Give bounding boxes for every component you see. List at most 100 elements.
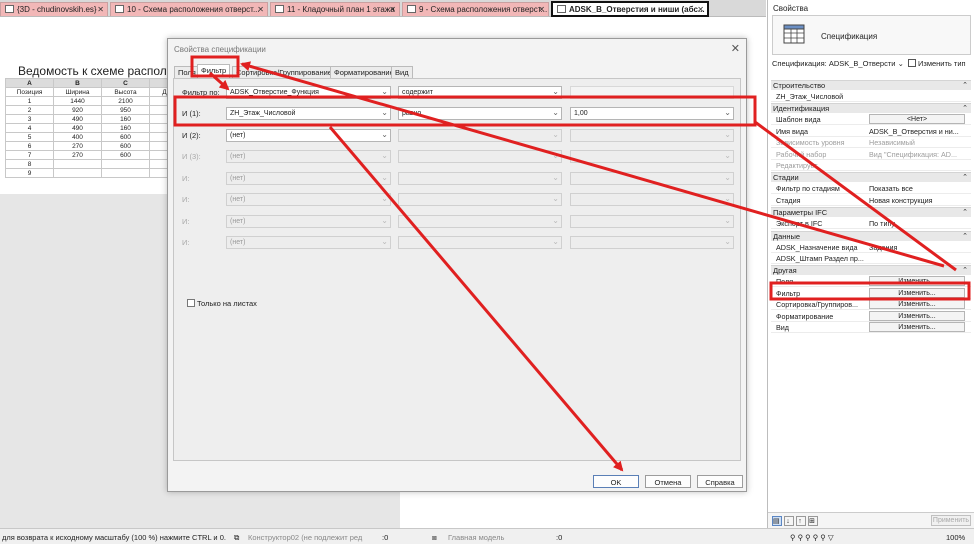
- chevron-down-icon[interactable]: ⌄: [724, 130, 731, 139]
- filter-field-dropdown[interactable]: (нет) ⌄: [226, 150, 391, 163]
- chevron-down-icon[interactable]: ⌄: [724, 151, 731, 160]
- table-cell[interactable]: [53, 159, 102, 169]
- property-group-header[interactable]: Параметры IFC ⌃: [771, 207, 971, 218]
- filter-field-dropdown[interactable]: ZH_Этаж_Числовой ⌄: [226, 107, 391, 120]
- chevron-down-icon[interactable]: ⌄: [552, 216, 559, 225]
- property-group-header[interactable]: Данные ⌃: [771, 230, 971, 241]
- ok-button[interactable]: OK: [593, 475, 639, 488]
- table-cell[interactable]: 160: [101, 123, 150, 133]
- property-row[interactable]: ZH_Этаж_Числовой: [771, 91, 971, 102]
- filter-properties-icon[interactable]: ⊞: [808, 516, 818, 526]
- filter-operator-dropdown[interactable]: ⌄: [398, 129, 562, 142]
- property-row[interactable]: ADSK_Назначение вида Задания: [771, 242, 971, 253]
- help-button[interactable]: Справка: [697, 475, 743, 488]
- property-value[interactable]: Показать все: [869, 184, 967, 193]
- property-group-header[interactable]: Строительство ⌃: [771, 80, 971, 90]
- filter-field-dropdown[interactable]: (нет) ⌄: [226, 172, 391, 185]
- checkbox-icon[interactable]: [187, 299, 195, 307]
- tab-sorting[interactable]: Сортировка/Группирование: [232, 66, 336, 78]
- filter-operator-dropdown[interactable]: ⌄: [398, 193, 562, 206]
- only-on-sheets-checkbox[interactable]: Только на листах: [187, 299, 257, 308]
- table-cell[interactable]: 490: [53, 123, 102, 133]
- table-cell[interactable]: 160: [101, 114, 150, 124]
- chevron-down-icon[interactable]: ⌄: [381, 173, 388, 182]
- chevron-down-icon[interactable]: ⌄: [724, 194, 731, 203]
- filter-value-dropdown[interactable]: ⌄: [570, 215, 734, 228]
- property-row[interactable]: Стадия Новая конструкция: [771, 195, 971, 206]
- chevron-down-icon[interactable]: ⌄: [724, 237, 731, 246]
- table-cell[interactable]: 5: [5, 132, 54, 142]
- view-tab-2[interactable]: 10 - Схема расположения отверст... ✕: [110, 2, 268, 16]
- chevron-down-icon[interactable]: ⌄: [381, 237, 388, 246]
- type-preview[interactable]: Спецификация: [772, 15, 971, 55]
- tab-filter[interactable]: Фильтр: [197, 64, 231, 78]
- property-row[interactable]: Вид Изменить...: [771, 322, 971, 333]
- workset-icon[interactable]: ⧉: [234, 533, 239, 543]
- design-option[interactable]: Главная модель: [448, 533, 504, 542]
- chevron-down-icon[interactable]: ⌄: [552, 194, 559, 203]
- table-cell[interactable]: 600: [101, 141, 150, 151]
- property-row[interactable]: Шаблон вида <Нет>: [771, 114, 971, 126]
- chevron-down-icon[interactable]: ⌄: [552, 108, 559, 117]
- chevron-down-icon[interactable]: ⌄: [552, 151, 559, 160]
- edit-property-button[interactable]: Изменить...: [869, 287, 965, 298]
- table-cell[interactable]: [53, 168, 102, 178]
- chevron-down-icon[interactable]: ⌄: [552, 87, 559, 96]
- close-icon[interactable]: ✕: [97, 5, 104, 14]
- collapse-icon[interactable]: ⌃: [962, 173, 968, 181]
- property-row[interactable]: Зависимость уровня Независимый: [771, 137, 971, 149]
- filter-value-dropdown[interactable]: ⌄: [570, 236, 734, 249]
- property-value[interactable]: Задания: [869, 243, 967, 252]
- filter-value-dropdown[interactable]: ⌄: [570, 150, 734, 163]
- property-row[interactable]: Рабочий набор Вид "Спецификация: AD...: [771, 149, 971, 160]
- filter-value-dropdown[interactable]: ⌄: [570, 129, 734, 142]
- table-cell[interactable]: 8: [5, 159, 54, 169]
- collapse-icon[interactable]: ⌃: [962, 208, 968, 216]
- view-tab-3[interactable]: 11 - Кладочный план 1 этажа ✕: [270, 2, 400, 16]
- close-icon[interactable]: ✕: [697, 5, 704, 14]
- edit-property-button[interactable]: Изменить...: [869, 299, 965, 310]
- chevron-down-icon[interactable]: ⌄: [724, 216, 731, 225]
- table-cell[interactable]: 4: [5, 123, 54, 133]
- property-row[interactable]: Имя вида ADSK_В_Отверстия и ни...: [771, 126, 971, 137]
- filter-field-dropdown[interactable]: (нет) ⌄: [226, 236, 391, 249]
- table-cell[interactable]: 9: [5, 168, 54, 178]
- filter-field-dropdown[interactable]: ADSK_Отверстие_Функция ⌄: [226, 86, 391, 99]
- filter-operator-dropdown[interactable]: равно ⌄: [398, 107, 562, 120]
- table-cell[interactable]: 400: [53, 132, 102, 142]
- table-cell[interactable]: 1440: [53, 96, 102, 106]
- view-tab-1[interactable]: {3D - chudinovskih.es} ✕: [0, 2, 108, 16]
- tab-formatting[interactable]: Форматирование: [330, 66, 398, 78]
- property-row[interactable]: Фильтр Изменить...: [771, 287, 971, 299]
- filter-operator-dropdown[interactable]: ⌄: [398, 172, 562, 185]
- apply-button[interactable]: Применить: [931, 515, 971, 526]
- collapse-icon[interactable]: ⌃: [962, 232, 968, 240]
- table-cell[interactable]: 490: [53, 114, 102, 124]
- property-row[interactable]: Экспорт в IFC По типу: [771, 218, 971, 230]
- property-row[interactable]: Фильтр по стадиям Показать все: [771, 183, 971, 195]
- collapse-icon[interactable]: ⌃: [962, 266, 968, 274]
- sort-az-icon[interactable]: ↓: [784, 516, 794, 526]
- edit-property-button[interactable]: Изменить...: [869, 322, 965, 332]
- chevron-down-icon[interactable]: ⌄: [552, 130, 559, 139]
- property-group-header[interactable]: Идентификация ⌃: [771, 103, 971, 114]
- chevron-down-icon[interactable]: ⌄: [552, 173, 559, 182]
- sort-za-icon[interactable]: ↑: [796, 516, 806, 526]
- property-row[interactable]: ADSK_Штамп Раздел пр...: [771, 253, 971, 264]
- edit-property-button[interactable]: <Нет>: [869, 114, 965, 125]
- chevron-down-icon[interactable]: ⌄: [724, 173, 731, 182]
- property-row[interactable]: Редактирует: [771, 160, 971, 171]
- table-cell[interactable]: 3: [5, 114, 54, 124]
- table-cell[interactable]: 270: [53, 150, 102, 160]
- collapse-icon[interactable]: ⌃: [962, 81, 968, 89]
- table-cell[interactable]: 600: [101, 150, 150, 160]
- chevron-down-icon[interactable]: ⌄: [381, 130, 388, 139]
- chevron-down-icon[interactable]: ⌄: [381, 194, 388, 203]
- table-cell[interactable]: 600: [101, 132, 150, 142]
- tab-fields[interactable]: Поля: [174, 66, 200, 78]
- edit-property-button[interactable]: Изменить...: [869, 310, 965, 321]
- filter-value-dropdown[interactable]: ⌄: [570, 193, 734, 206]
- filter-field-dropdown[interactable]: (нет) ⌄: [226, 215, 391, 228]
- column-header[interactable]: Позиция: [5, 87, 54, 97]
- table-cell[interactable]: 6: [5, 141, 54, 151]
